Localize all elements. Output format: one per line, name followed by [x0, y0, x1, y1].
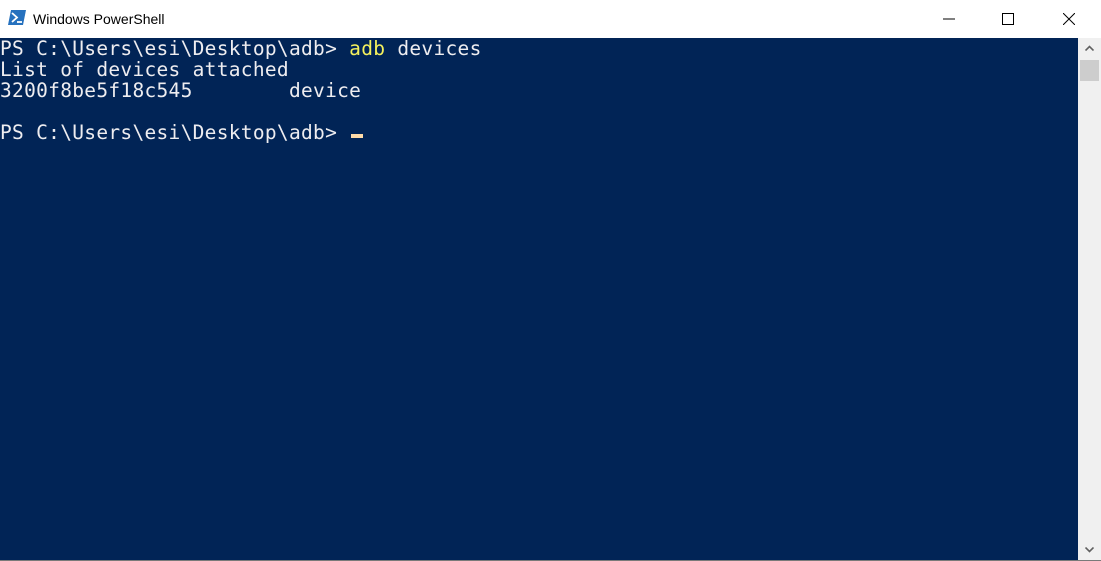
- command-name: adb: [349, 38, 386, 60]
- console-line[interactable]: PS C:\Users\esi\Desktop\adb>: [0, 121, 364, 144]
- window-title: Windows PowerShell: [33, 11, 165, 27]
- close-button[interactable]: [1046, 0, 1092, 38]
- title-bar[interactable]: Windows PowerShell: [0, 0, 1101, 38]
- console-line: PS C:\Users\esi\Desktop\adb> adb devices: [0, 38, 482, 59]
- maximize-icon: [1002, 13, 1014, 25]
- command-args: devices: [385, 38, 482, 60]
- prompt: PS C:\Users\esi\Desktop\adb>: [0, 121, 350, 144]
- scroll-down-button[interactable]: [1078, 540, 1101, 560]
- scroll-thumb[interactable]: [1080, 60, 1099, 81]
- text-cursor: [351, 134, 364, 138]
- console-line: List of devices attached: [0, 58, 289, 81]
- scroll-up-button[interactable]: [1078, 38, 1101, 58]
- console-output[interactable]: PS C:\Users\esi\Desktop\adb> adb devices…: [0, 38, 1078, 560]
- close-icon: [1063, 13, 1075, 25]
- console-line: 3200f8be5f18c545 device: [0, 79, 362, 102]
- minimize-icon: [943, 18, 955, 20]
- chevron-down-icon: [1085, 547, 1094, 553]
- minimize-button[interactable]: [926, 0, 972, 38]
- powershell-window: Windows PowerShell PS C:\Users\esi\Deskt…: [0, 0, 1101, 561]
- maximize-button[interactable]: [985, 0, 1031, 38]
- prompt: PS C:\Users\esi\Desktop\adb>: [0, 38, 350, 60]
- chevron-up-icon: [1085, 45, 1094, 51]
- powershell-icon: [8, 10, 26, 25]
- vertical-scrollbar[interactable]: [1078, 38, 1101, 560]
